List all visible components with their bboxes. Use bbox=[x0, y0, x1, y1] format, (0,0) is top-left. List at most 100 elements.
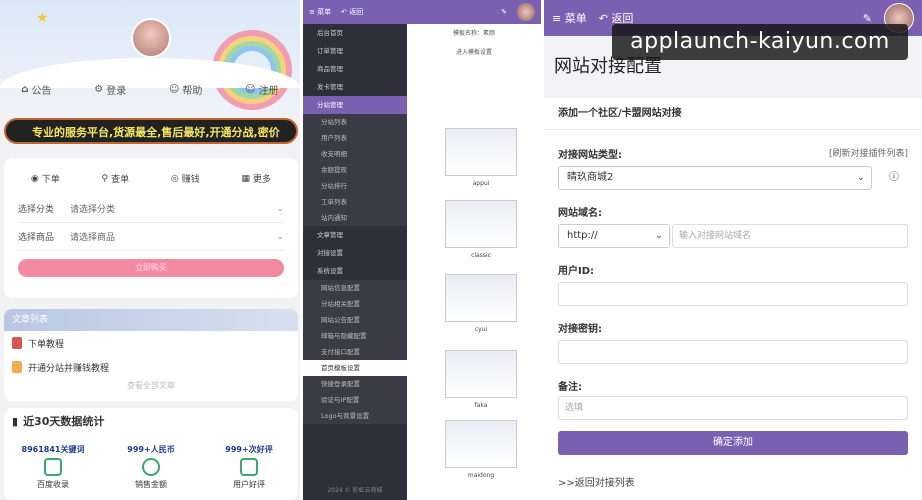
remark-label: 备注: bbox=[558, 382, 582, 393]
refresh-plugins-link[interactable]: [刷新对接插件列表] bbox=[829, 146, 908, 159]
tab-more[interactable]: ▦ 更多 bbox=[242, 172, 272, 186]
chevron-down-icon: ⌄ bbox=[276, 203, 284, 214]
sidebar-item[interactable]: 发卡管理 bbox=[303, 78, 407, 96]
template-name-label: faka bbox=[474, 402, 488, 409]
avatar[interactable] bbox=[131, 18, 171, 58]
sidebar-item[interactable]: 网站信息配置 bbox=[303, 280, 407, 296]
userid-input[interactable] bbox=[558, 282, 908, 306]
tab-order[interactable]: ◉ 下单 bbox=[30, 172, 60, 186]
tab-earn[interactable]: ◎ 赚钱 bbox=[171, 172, 200, 186]
sidebar-item[interactable]: 快捷登录配置 bbox=[303, 376, 407, 392]
template-thumbnail[interactable] bbox=[445, 274, 517, 322]
back-button[interactable]: ↶ 返回 bbox=[341, 7, 363, 17]
type-label: 对接网站类型: bbox=[558, 150, 622, 161]
sidebar-item[interactable]: 分站管理 bbox=[303, 96, 407, 114]
site-type-select[interactable]: 晴玖商城2 ⌄ bbox=[558, 166, 872, 190]
back-to-list-link[interactable]: >>返回对接列表 bbox=[558, 474, 635, 489]
sidebar-item[interactable]: 订单管理 bbox=[303, 42, 407, 60]
product-select[interactable]: 选择商品 请选择商品 ⌄ bbox=[18, 223, 284, 251]
book-icon bbox=[12, 337, 22, 349]
config-form: 添加一个社区/卡盟网站对接 对接网站类型: [刷新对接插件列表] 晴玖商城2 ⌄… bbox=[544, 98, 922, 500]
nav-register[interactable]: ☺ 注册 bbox=[245, 82, 278, 97]
list-item[interactable]: 下单教程 bbox=[4, 331, 298, 355]
stats-title: ▮ 近30天数据统计 bbox=[12, 414, 105, 429]
sidebar-item[interactable]: 后台首页 bbox=[303, 24, 407, 42]
sidebar-item[interactable]: Logo与背景设置 bbox=[303, 408, 407, 424]
sidebar-item[interactable]: 文章管理 bbox=[303, 226, 407, 244]
sidebar-item[interactable]: 商品管理 bbox=[303, 60, 407, 78]
product-label: 选择商品 bbox=[18, 233, 55, 243]
template-name: 模板名称：素颜 bbox=[452, 30, 495, 37]
template-thumbnail[interactable] bbox=[445, 350, 517, 398]
protocol-select[interactable]: http:// ⌄ bbox=[558, 224, 670, 248]
sidebar-item[interactable]: 网站公告配置 bbox=[303, 312, 407, 328]
user-icon: ◉ bbox=[30, 173, 39, 184]
order-tabs: ◉ 下单 ⚲ 查单 ◎ 赚钱 ▦ 更多 bbox=[4, 158, 298, 195]
template-settings-link[interactable]: 进入模板设置 bbox=[407, 47, 541, 56]
category-value: 请选择分类 bbox=[70, 205, 116, 215]
sidebar-item[interactable]: 分站列表 bbox=[303, 114, 407, 130]
stat-sales: 999+人民币 销售金额 bbox=[127, 445, 175, 489]
shop-pane: ★ ⌂ 公告 ⚙ 登录 ☺ 帮助 ☺ 注册 专业的服务平台,货源最全,售后最好,开通分战… bbox=[0, 0, 300, 500]
key-label: 对接密钥: bbox=[558, 324, 602, 335]
nav-notice[interactable]: ⌂ 公告 bbox=[21, 82, 51, 97]
sidebar-item[interactable]: 分站排行 bbox=[303, 178, 407, 194]
submit-button[interactable]: 确定添加 bbox=[558, 431, 908, 455]
wrench-icon[interactable]: ✎ bbox=[863, 12, 872, 25]
login-icon: ⚙ bbox=[94, 84, 104, 95]
user-icon: ☺ bbox=[168, 84, 180, 95]
template-name-label: maidong bbox=[467, 472, 495, 479]
avatar[interactable] bbox=[517, 3, 535, 21]
remark-input[interactable]: 选填 bbox=[558, 396, 908, 420]
nav-login[interactable]: ⚙ 登录 bbox=[94, 82, 126, 97]
register-icon: ☺ bbox=[245, 84, 256, 95]
template-name-label: classic bbox=[471, 252, 491, 259]
template-panel: 模板名称：素颜 进入模板设置 appui classic cyui faka maido… bbox=[407, 24, 541, 500]
stats-card: ▮ 近30天数据统计 8961841关键词 百度收录 999+人民币 销售金额 999… bbox=[4, 408, 298, 500]
calendar-check-icon bbox=[44, 458, 62, 476]
sidebar-item[interactable]: 用户列表 bbox=[303, 130, 407, 146]
category-select[interactable]: 选择分类 请选择分类 ⌄ bbox=[18, 195, 284, 223]
sidebar-item[interactable]: 邮箱与隐藏配置 bbox=[303, 328, 407, 344]
sidebar-item[interactable]: 站内通知 bbox=[303, 210, 407, 226]
sidebar-item[interactable]: 首页模板设置 bbox=[303, 360, 407, 376]
chevron-down-icon: ⌄ bbox=[654, 230, 663, 241]
nav-help[interactable]: ☺ 帮助 bbox=[169, 82, 202, 97]
watermark: applaunch-kaiyun.com bbox=[612, 24, 908, 60]
money-icon bbox=[142, 458, 160, 476]
sidebar-item[interactable]: 验证与IP配置 bbox=[303, 392, 407, 408]
domain-label: 网站域名: bbox=[558, 208, 602, 219]
admin-pane: ≡ 菜单 ↶ 返回 ✎ 后台首页 订单管理 商品管理 发卡管理 分站管理 分站列表 用户列表… bbox=[303, 0, 541, 500]
template-thumbnail[interactable] bbox=[445, 420, 517, 468]
buy-button[interactable]: 立即购买 bbox=[18, 259, 284, 277]
menu-button[interactable]: ≡ 菜单 bbox=[309, 7, 331, 17]
more-articles-link[interactable]: 查看全部文章 bbox=[4, 379, 298, 393]
key-input[interactable] bbox=[558, 340, 908, 364]
thumbs-up-icon bbox=[240, 458, 258, 476]
template-name-label: cyui bbox=[474, 326, 488, 333]
tab-query[interactable]: ⚲ 查单 bbox=[102, 172, 130, 186]
top-nav: ⌂ 公告 ⚙ 登录 ☺ 帮助 ☺ 注册 bbox=[0, 82, 300, 97]
sidebar-item[interactable]: 收支明细 bbox=[303, 146, 407, 162]
category-label: 选择分类 bbox=[18, 205, 55, 215]
userid-label: 用户ID: bbox=[558, 266, 595, 277]
admin-topbar: ≡ 菜单 ↶ 返回 ✎ bbox=[303, 0, 541, 24]
menu-button[interactable]: ≡ 菜单 bbox=[552, 10, 587, 26]
stats-row: 8961841关键词 百度收录 999+人民币 销售金额 999+次好评 用户好评 bbox=[4, 444, 298, 490]
sidebar-item[interactable]: 余额提现 bbox=[303, 162, 407, 178]
list-item[interactable]: 开通分站并赚钱教程 bbox=[4, 355, 298, 379]
sidebar-item[interactable]: 支付接口配置 bbox=[303, 344, 407, 360]
sidebar-item[interactable]: 分站相关配置 bbox=[303, 296, 407, 312]
chart-icon: ▮ bbox=[12, 414, 19, 428]
domain-input[interactable]: 输入对接网站域名 bbox=[672, 224, 908, 248]
info-icon[interactable]: ⓘ bbox=[880, 166, 908, 190]
sidebar-item[interactable]: 对接设置 bbox=[303, 244, 407, 262]
product-value: 请选择商品 bbox=[70, 233, 116, 243]
sidebar-item[interactable]: 系统设置 bbox=[303, 262, 407, 280]
sidebar-item[interactable]: 工单列表 bbox=[303, 194, 407, 210]
articles-title: 文章列表 bbox=[4, 309, 298, 331]
template-thumbnail[interactable] bbox=[445, 200, 517, 248]
bell-icon: ⌂ bbox=[21, 84, 29, 95]
template-thumbnail[interactable] bbox=[445, 128, 517, 176]
wrench-icon[interactable]: ✎ bbox=[501, 8, 507, 16]
